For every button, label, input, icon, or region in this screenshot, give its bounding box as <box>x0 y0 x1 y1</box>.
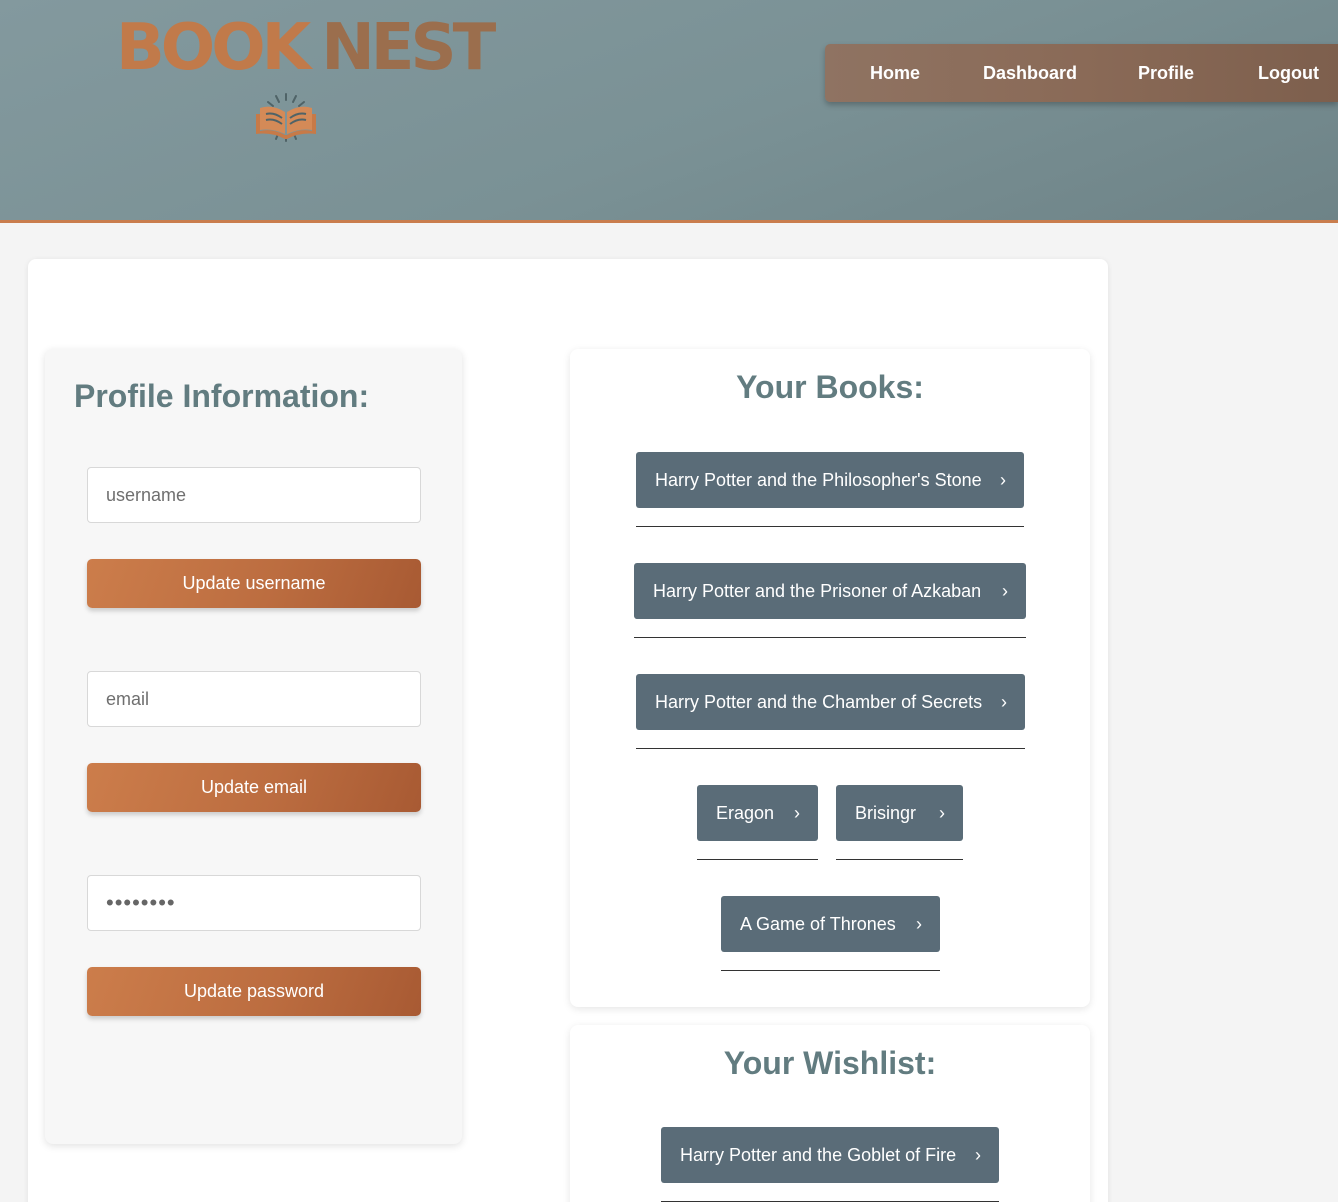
username-input[interactable] <box>87 467 421 523</box>
chevron-right-icon: › <box>1002 581 1008 601</box>
nav-home[interactable]: Home <box>870 44 920 102</box>
book-title: Harry Potter and the Chamber of Secrets <box>655 692 983 712</box>
book-title: A Game of Thrones <box>740 914 896 934</box>
logo-word-nest: NEST <box>321 11 496 85</box>
book-underline <box>636 526 1024 527</box>
book-title: Brisingr <box>855 803 917 823</box>
book-item[interactable]: Harry Potter and the Philosopher's Stone… <box>636 452 1024 508</box>
book-underline <box>634 637 1026 638</box>
chevron-right-icon: › <box>794 803 800 823</box>
book-title: Eragon <box>716 803 775 823</box>
open-book-icon <box>256 93 316 142</box>
wishlist-title: Your Wishlist: <box>723 1045 937 1081</box>
logo-text: BOOK NEST <box>116 10 496 86</box>
update-email-button[interactable]: Update email <box>87 763 421 812</box>
book-item[interactable]: A Game of Thrones › <box>721 896 940 952</box>
chevron-right-icon: › <box>916 914 922 934</box>
book-item[interactable]: Harry Potter and the Chamber of Secrets … <box>636 674 1025 730</box>
nav-dashboard[interactable]: Dashboard <box>983 44 1077 102</box>
book-title: Harry Potter and the Goblet of Fire <box>680 1145 957 1165</box>
book-underline <box>721 970 940 971</box>
password-input[interactable] <box>87 875 421 931</box>
nav-logout[interactable]: Logout <box>1258 44 1319 102</box>
book-title: Harry Potter and the Prisoner of Azkaban <box>653 581 982 601</box>
book-underline <box>697 859 818 860</box>
nav-profile[interactable]: Profile <box>1138 44 1194 102</box>
site-header: BOOK NEST Home Dashboard Profile Logout <box>0 0 1338 223</box>
wishlist-item[interactable]: Harry Potter and the Goblet of Fire › <box>661 1127 999 1183</box>
book-underline <box>636 748 1025 749</box>
update-username-button[interactable]: Update username <box>87 559 421 608</box>
update-password-button[interactable]: Update password <box>87 967 421 1016</box>
book-title: Harry Potter and the Philosopher's Stone <box>655 470 982 490</box>
logo-word-book: BOOK <box>116 11 311 85</box>
logo[interactable]: BOOK NEST <box>116 10 496 150</box>
main-nav: Home Dashboard Profile Logout <box>825 44 1338 102</box>
book-item[interactable]: Harry Potter and the Prisoner of Azkaban… <box>634 563 1026 619</box>
book-item[interactable]: Brisingr › <box>836 785 963 841</box>
chevron-right-icon: › <box>1001 692 1007 712</box>
email-input[interactable] <box>87 671 421 727</box>
book-underline <box>836 859 963 860</box>
books-title: Your Books: <box>736 369 924 405</box>
chevron-right-icon: › <box>975 1145 981 1165</box>
profile-title: Profile Information: <box>74 378 370 414</box>
book-item[interactable]: Eragon › <box>697 785 818 841</box>
chevron-right-icon: › <box>1000 470 1006 490</box>
chevron-right-icon: › <box>939 803 945 823</box>
